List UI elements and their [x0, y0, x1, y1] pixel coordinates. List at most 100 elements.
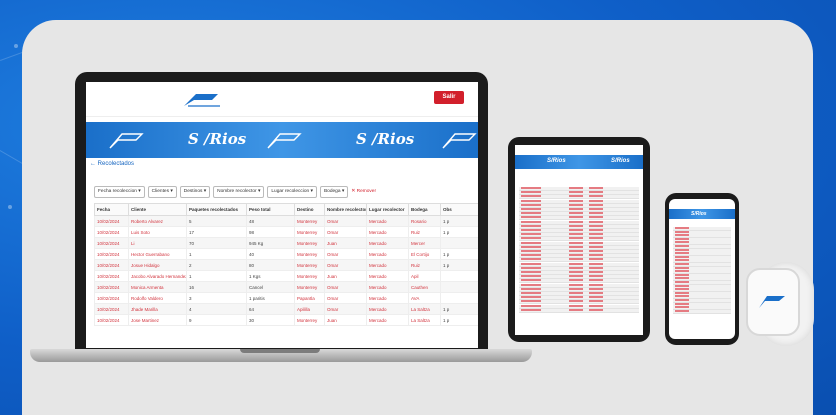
table-row[interactable]: 10/02/2024 Roberto Alvarez 5 48 Monterrey Oma… — [94, 215, 478, 227]
tablet-cell — [521, 283, 541, 286]
table-cell: 40 — [246, 248, 295, 260]
phone-cell — [675, 230, 689, 233]
tablet-cell — [589, 279, 603, 282]
truck-logo-icon — [184, 94, 220, 107]
table-cell: 1 — [186, 270, 247, 282]
table-cell: Monterrey — [294, 270, 325, 282]
column-header[interactable]: Bodega — [408, 203, 441, 216]
column-header[interactable]: Paquetes recolectados — [186, 203, 247, 216]
breadcrumb-back-link[interactable]: ← Recolectados — [90, 161, 134, 167]
table-cell: Juan — [324, 270, 367, 282]
table-cell: 16 — [186, 281, 247, 293]
tablet-cell — [521, 262, 541, 265]
table-cell: 98 — [246, 226, 295, 238]
tablet-cell — [589, 199, 603, 202]
clear-filters-button[interactable]: ✕ Remover — [351, 186, 376, 198]
table-row[interactable]: 10/02/2024 Hector Guerrabano 1 40 Monterrey O… — [94, 248, 478, 260]
table-cell: 945 Kg — [246, 237, 295, 249]
table-cell: Jacobo Alvarado Hernandez — [128, 270, 187, 282]
tablet-cell — [521, 296, 541, 299]
table-cell: AVA — [408, 292, 441, 304]
table-cell: Mercado — [366, 314, 409, 326]
column-header[interactable]: Fecha — [94, 203, 129, 216]
truck-logo-icon — [267, 133, 302, 149]
table-cell: Mercado — [366, 237, 409, 249]
table-cell — [440, 292, 478, 304]
table-cell: Monterrey — [294, 226, 325, 238]
table-cell: Mercado — [366, 259, 409, 271]
filter-clientes[interactable]: Clientes ▾ — [147, 186, 177, 198]
table-row[interactable]: 10/02/2024 Rodolfo Valdero 3 1 paritis Papan… — [94, 292, 478, 304]
table-row[interactable]: 10/02/2024 Jose Martinez 9 30 Monterrey Juan M… — [94, 314, 478, 326]
column-header[interactable]: Cliente — [128, 203, 187, 216]
table-cell: Monterrey — [294, 259, 325, 271]
table-cell: Monterrey — [294, 248, 325, 260]
table-row[interactable]: 10/02/2024 Jhade Marilla 4 64 Apililla Omar Me… — [94, 303, 478, 315]
tablet-cell — [589, 304, 603, 307]
laptop-screen: Salir S /Rios S /Rios ← Recolectados Fec… — [86, 82, 478, 348]
table-cell: La Saltza — [408, 314, 441, 326]
filter-destinos[interactable]: Destinos ▾ — [179, 186, 211, 198]
tablet-cell — [569, 199, 583, 202]
tablet-cell — [589, 271, 603, 273]
tablet-cell — [569, 233, 583, 236]
table-cell: 10/02/2024 — [94, 226, 129, 238]
phone-cell — [675, 306, 689, 309]
tablet-cell — [589, 266, 603, 269]
table-cell: Mercado — [366, 303, 409, 315]
table-row[interactable]: 10/02/2024 Jacobo Alvarado Hernandez 1 1 Kg… — [94, 270, 478, 282]
table-cell: Monica Armenta — [128, 281, 187, 293]
filter-bodega[interactable]: Bodega ▾ — [319, 186, 349, 198]
tablet-cell — [589, 296, 603, 299]
tablet-cell — [589, 220, 603, 223]
filter-recolector[interactable]: Nombre recolector ▾ — [213, 186, 265, 198]
tablet-banner-brand-text: S/Rios — [611, 158, 630, 164]
smartwatch — [746, 268, 800, 336]
table-row[interactable]: 10/02/2024 Josue Hidalgo 2 80 Monterrey Omar M… — [94, 259, 478, 271]
background-dot — [8, 205, 12, 209]
table-cell: Josue Hidalgo — [128, 259, 187, 271]
table-row[interactable]: 10/02/2024 Li 70 945 Kg Monterrey Juan Mercado… — [94, 237, 478, 249]
column-header[interactable]: Obs — [440, 203, 478, 216]
table-cell: 10/02/2024 — [94, 314, 129, 326]
logout-button[interactable]: Salir — [434, 91, 464, 104]
table-cell: 1 p — [440, 215, 478, 227]
tablet-cell — [589, 300, 603, 303]
tablet-cell — [589, 254, 603, 257]
table-cell: 1 p — [440, 303, 478, 315]
tablet-cell — [569, 266, 583, 269]
tablet-cell — [589, 216, 603, 219]
tablet-cell — [521, 220, 541, 223]
table-cell: 30 — [246, 314, 295, 326]
tablet-cell — [569, 212, 583, 215]
tablet-cell — [521, 258, 541, 261]
tablet-cell — [521, 250, 541, 252]
column-header[interactable]: Peso total — [246, 203, 295, 216]
table-row[interactable]: 10/02/2024 Monica Armenta 16 Cancel Monterre… — [94, 281, 478, 293]
tablet-screen: S/Rios S/Rios — [515, 145, 643, 335]
filter-fecha[interactable]: Fecha recoleccion ▾ — [94, 186, 145, 198]
tablet-cell — [569, 250, 583, 252]
tablet-cell — [589, 195, 603, 198]
table-cell: Luis Soto — [128, 226, 187, 238]
tablet-cell — [569, 191, 583, 194]
column-header[interactable]: Destino — [294, 203, 325, 216]
column-header[interactable]: Lugar recolector — [366, 203, 409, 216]
table-cell: 1 Kgs — [246, 270, 295, 282]
table-cell: 1 p — [440, 248, 478, 260]
phone-cell — [675, 291, 689, 294]
tablet-cell — [589, 250, 603, 252]
table-cell: Mercado — [366, 248, 409, 260]
table-cell: Omar — [324, 259, 367, 271]
tablet-cell — [589, 275, 603, 278]
tablet-cell — [521, 233, 541, 236]
filter-lugar[interactable]: Lugar recoleccion ▾ — [267, 186, 317, 198]
column-header[interactable]: Nombre recolector — [324, 203, 367, 216]
tablet-cell — [521, 279, 541, 282]
banner-brand-text: S /Rios — [356, 130, 415, 148]
table-cell: Omar — [324, 292, 367, 304]
tablet-brand-banner: S/Rios S/Rios — [515, 155, 643, 169]
tablet-cell — [589, 233, 603, 236]
phone-cell — [675, 309, 689, 312]
table-row[interactable]: 10/02/2024 Luis Soto 17 98 Monterrey Omar Merc… — [94, 226, 478, 238]
